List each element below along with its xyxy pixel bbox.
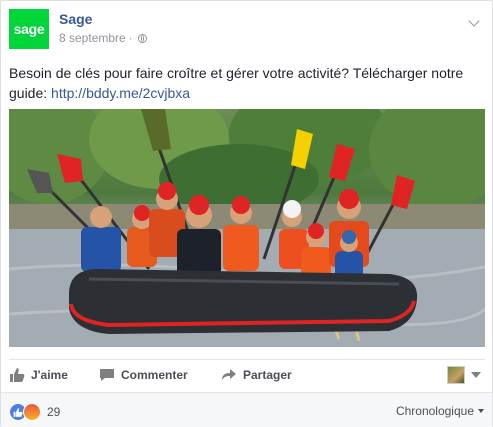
chevron-down-icon[interactable]	[468, 15, 480, 27]
share-arrow-icon	[222, 369, 236, 380]
thumbs-up-icon	[10, 368, 25, 382]
comment-label: Commenter	[121, 368, 188, 382]
sort-dropdown[interactable]: Chronologique	[396, 404, 484, 418]
post-link[interactable]: http://bddy.me/2cvjbxa	[51, 85, 190, 101]
rafting-photo	[9, 109, 485, 347]
share-button[interactable]: Partager	[221, 368, 292, 382]
globe-icon	[137, 33, 147, 43]
post-actions: J'aime Commenter Partager	[9, 359, 485, 390]
post-as-selector[interactable]	[447, 366, 481, 384]
post-date[interactable]: 8 septembre	[59, 31, 126, 45]
sort-caret-icon	[478, 409, 484, 413]
page-logo[interactable]: sage	[9, 9, 49, 49]
meta-separator: ·	[128, 31, 133, 45]
page-name-link[interactable]: Sage	[59, 11, 92, 27]
comment-icon	[100, 369, 114, 381]
comment-button[interactable]: Commenter	[99, 368, 188, 382]
post-photo[interactable]	[9, 109, 485, 347]
caret-down-icon	[471, 372, 481, 378]
reaction-count: 29	[47, 405, 61, 419]
like-button[interactable]: J'aime	[9, 368, 68, 382]
avatar	[447, 366, 465, 384]
share-label: Partager	[243, 368, 292, 382]
like-label: J'aime	[31, 368, 68, 382]
post-card: sage Sage 8 septembre · Besoin de clés p…	[0, 0, 493, 427]
post-text: Besoin de clés pour faire croître et gér…	[9, 63, 479, 103]
angry-reaction-icon	[23, 403, 41, 421]
post-header: sage Sage 8 septembre ·	[9, 9, 484, 53]
post-meta: 8 septembre ·	[59, 31, 147, 45]
sort-label: Chronologique	[395, 404, 474, 418]
reaction-summary[interactable]: 29	[9, 403, 60, 421]
reactions-bar: 29 Chronologique	[1, 392, 492, 427]
logo-text: sage	[13, 21, 45, 37]
